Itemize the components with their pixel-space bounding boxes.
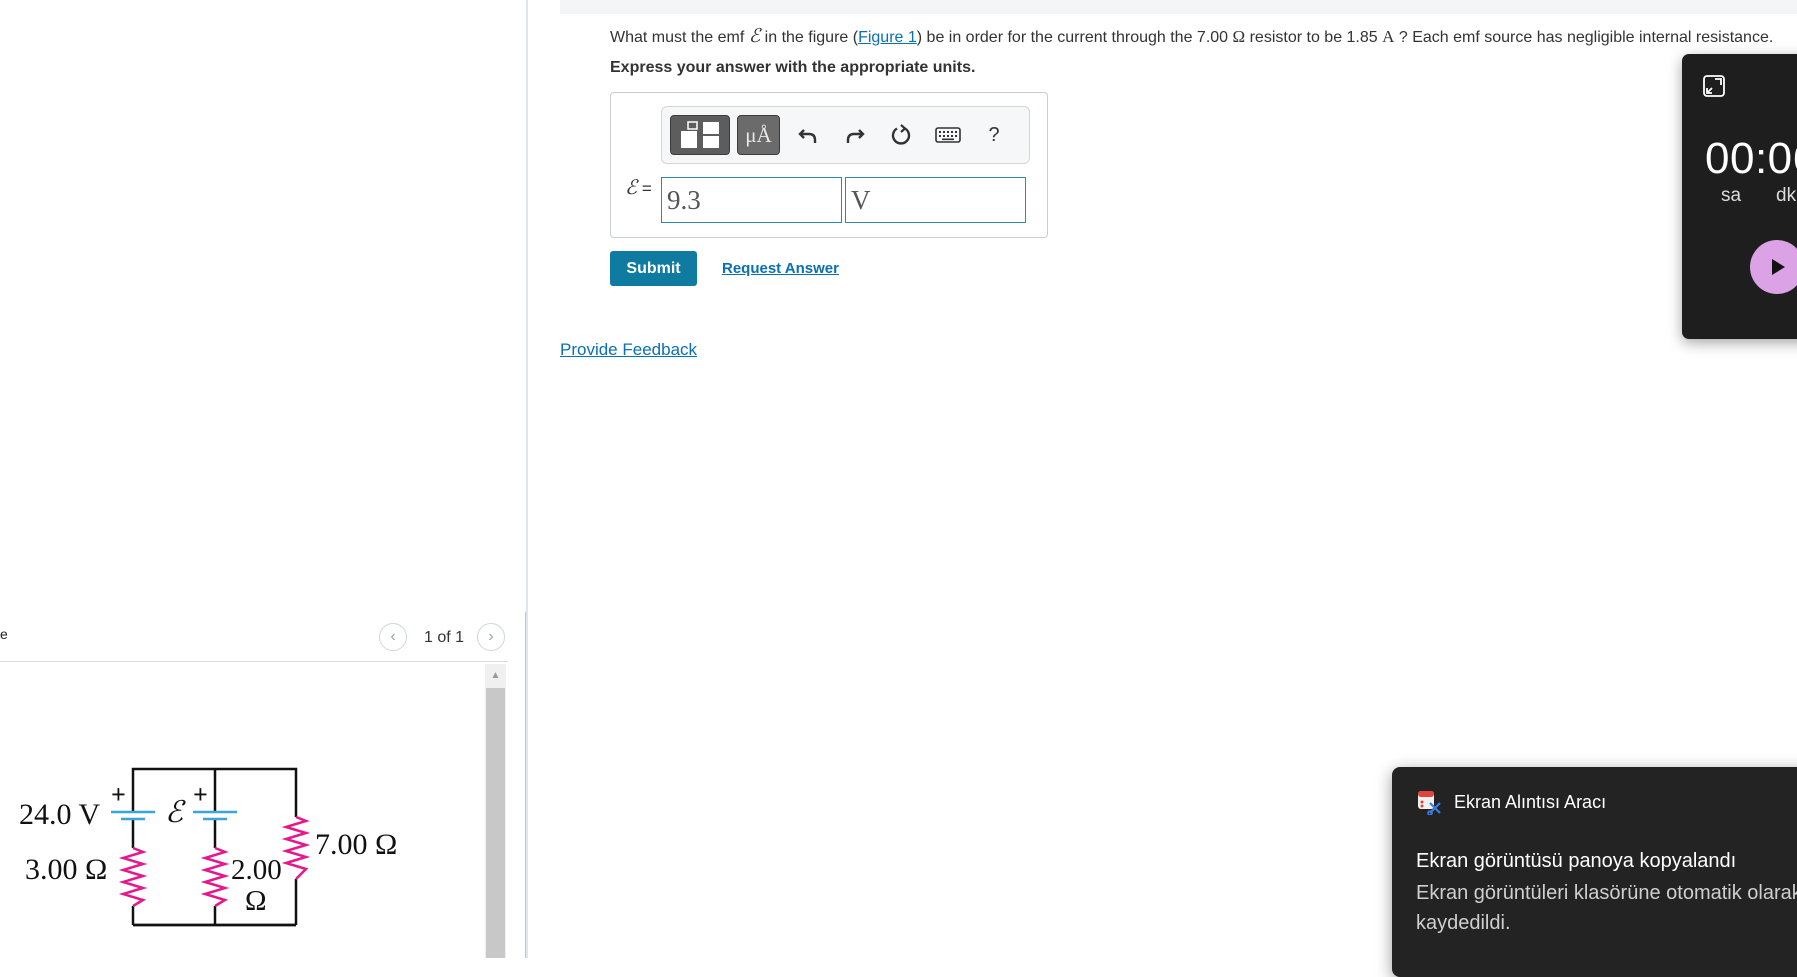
- provide-feedback-link[interactable]: Provide Feedback: [560, 340, 697, 360]
- emf-label: ℰ: [165, 796, 186, 829]
- truncated-label: e: [0, 626, 8, 642]
- answer-instruction: Express your answer with the appropriate…: [610, 59, 976, 76]
- reset-icon: [891, 124, 911, 145]
- math-toolbar: μÅ ?: [661, 106, 1030, 164]
- answer-label: ℰ =: [625, 175, 652, 200]
- plus-sign-emf: +: [193, 780, 208, 809]
- toast-title: Ekran görüntüsü panoya kopyalandı: [1416, 850, 1737, 872]
- resistor-3-label: 3.00 Ω: [25, 853, 107, 886]
- snipping-tool-notification[interactable]: Ekran Alıntısı Aracı Ekran görüntüsü pan…: [1392, 767, 1797, 977]
- resistor-2-unit-label: Ω: [245, 885, 267, 917]
- redo-button[interactable]: [837, 115, 873, 155]
- reset-button[interactable]: [883, 115, 919, 155]
- resistor-2-ohm: [200, 846, 230, 908]
- figure-counter: 1 of 1: [424, 629, 465, 646]
- undo-icon: [798, 129, 817, 143]
- toast-body-line: kaydedildi.: [1416, 912, 1511, 934]
- help-button[interactable]: ?: [976, 115, 1012, 155]
- figure-link[interactable]: Figure 1: [858, 29, 917, 46]
- toast-app-name: Ekran Alıntısı Aracı: [1454, 792, 1607, 812]
- timer-hours-label: sa: [1721, 185, 1742, 206]
- resistor-3-ohm: [118, 846, 148, 908]
- chevron-left-icon: ‹: [390, 628, 396, 645]
- figure-divider: [0, 661, 508, 662]
- emf-symbol: ℰ: [625, 177, 638, 199]
- previous-figure-button[interactable]: ‹: [379, 623, 407, 651]
- circuit-wires: [131, 767, 298, 927]
- redo-icon: [846, 129, 865, 143]
- resistor-value: 7.00: [1196, 29, 1229, 46]
- question-part: in the figure (: [760, 29, 859, 46]
- emf-symbol: ℰ: [748, 26, 761, 47]
- submit-button[interactable]: Submit: [610, 251, 697, 286]
- keyboard-icon: [935, 127, 961, 143]
- expand-window-icon[interactable]: [1702, 74, 1726, 103]
- keyboard-button[interactable]: [930, 115, 966, 155]
- timer-minutes-label: dk: [1776, 185, 1797, 206]
- toast-body: Ekran görüntüleri klasörüne otomatik ola…: [1416, 878, 1797, 938]
- next-figure-button[interactable]: ›: [477, 623, 505, 651]
- ohm-symbol: Ω: [1232, 27, 1246, 46]
- snipping-tool-icon: [1416, 789, 1442, 820]
- request-answer-link[interactable]: Request Answer: [722, 260, 839, 277]
- question-text: What must the emf ℰ in the figure (Figur…: [610, 25, 1773, 48]
- circuit-diagram: + + 24.0 V ℰ 3.00 Ω 2.00 Ω 7.00 Ω: [19, 767, 397, 927]
- answer-unit-input[interactable]: [845, 177, 1026, 223]
- timer-widget: 00:06 sa dk: [1682, 54, 1797, 339]
- header-strip: [560, 0, 1797, 14]
- units-button[interactable]: μÅ: [737, 115, 780, 155]
- timer-display: 00:06: [1705, 134, 1797, 183]
- scroll-up-arrow-icon[interactable]: ▲: [485, 664, 506, 686]
- amp-unit: A: [1382, 27, 1395, 46]
- equals-sign: =: [637, 179, 652, 198]
- question-part: What must the emf: [610, 29, 749, 46]
- figure-scrollbar-thumb[interactable]: [486, 688, 505, 958]
- battery-emf: [193, 810, 237, 821]
- plus-sign-24v: +: [111, 780, 126, 809]
- toast-body-line: Ekran görüntüleri klasörüne otomatik ola…: [1416, 882, 1797, 904]
- resistor-2-value-label: 2.00: [231, 854, 282, 886]
- battery-24v: [111, 810, 155, 821]
- current-value: 1.85: [1346, 29, 1378, 46]
- templates-button[interactable]: [670, 115, 730, 155]
- play-icon: [1772, 259, 1785, 275]
- figure-pane: e ‹ 1 of 1 › + + 24.0 V ℰ 3.00 Ω 2.00 Ω …: [0, 0, 526, 958]
- answer-value-input[interactable]: [661, 177, 842, 223]
- question-part: ) be in order for the current through th…: [916, 29, 1197, 46]
- templates-icon: [681, 121, 719, 148]
- pane-divider[interactable]: [526, 0, 528, 958]
- undo-button[interactable]: [790, 115, 826, 155]
- question-part: ? Each emf source has negligible interna…: [1394, 29, 1774, 46]
- resistor-7-label: 7.00 Ω: [315, 828, 397, 861]
- source-voltage-label: 24.0 V: [19, 798, 100, 831]
- resistor-7-ohm: [281, 815, 311, 880]
- pane-divider-handle[interactable]: [525, 612, 526, 958]
- answer-box: μÅ ? ℰ = 9.3 V: [610, 92, 1048, 238]
- question-part: resistor to be: [1245, 29, 1347, 46]
- chevron-right-icon: ›: [488, 628, 494, 645]
- play-button[interactable]: [1750, 240, 1797, 294]
